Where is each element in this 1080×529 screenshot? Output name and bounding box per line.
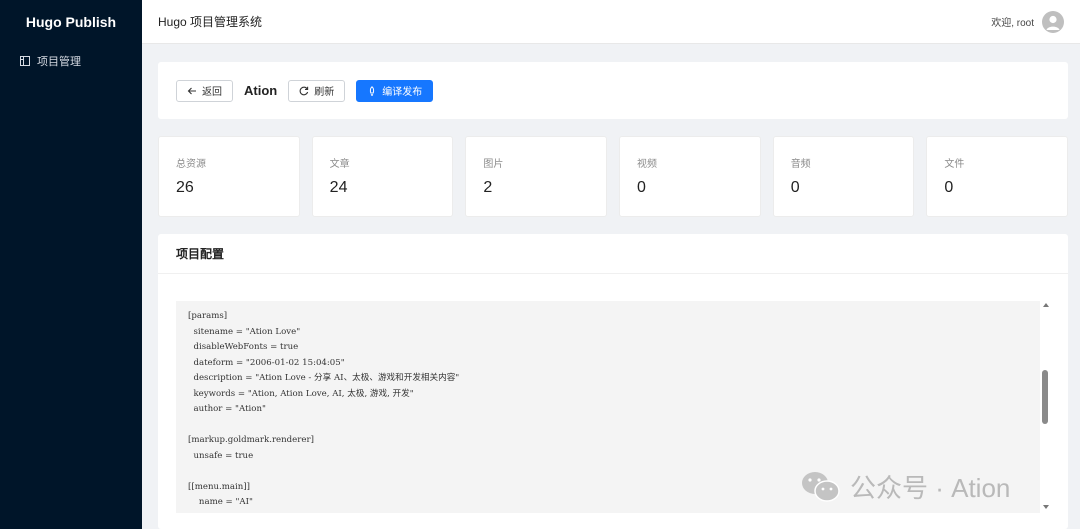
brand-logo: Hugo Publish xyxy=(25,14,117,30)
wechat-icon xyxy=(800,470,842,504)
editor-scrollbar[interactable] xyxy=(1041,300,1051,512)
scroll-down-icon[interactable] xyxy=(1043,505,1049,509)
scroll-up-icon[interactable] xyxy=(1043,303,1049,307)
sidebar: Hugo Publish 项目管理 xyxy=(0,0,142,529)
rocket-icon xyxy=(367,85,377,96)
stat-label: 图片 xyxy=(483,159,504,170)
refresh-label: 刷新 xyxy=(314,87,335,98)
config-title: 项目配置 xyxy=(158,234,1068,274)
stat-label: 文件 xyxy=(944,159,965,170)
stat-card-videos: 视频 0 xyxy=(619,136,761,217)
stat-value: 0 xyxy=(944,179,954,196)
stat-value: 0 xyxy=(637,179,646,196)
watermark: 公众号 · Ation xyxy=(800,468,1010,505)
publish-label: 编译发布 xyxy=(382,87,423,98)
stat-card-images: 图片 2 xyxy=(465,136,608,217)
project-name: Ation xyxy=(244,83,278,98)
stat-value: 0 xyxy=(790,179,800,196)
stat-card-articles: 文章 24 xyxy=(311,136,454,217)
sidebar-item-project-management[interactable]: 项目管理 xyxy=(0,44,142,78)
arrow-left-icon xyxy=(187,86,197,96)
stat-label: 总资源 xyxy=(176,159,206,170)
refresh-icon xyxy=(299,86,309,96)
publish-button[interactable]: 编译发布 xyxy=(356,79,434,102)
stat-label: 音频 xyxy=(790,159,811,170)
stat-value: 2 xyxy=(483,179,493,196)
user-area: 欢迎, root xyxy=(991,10,1064,33)
stat-value: 26 xyxy=(176,179,194,196)
scroll-thumb[interactable] xyxy=(1042,370,1048,424)
refresh-button[interactable]: 刷新 xyxy=(288,79,346,102)
project-toolbar: 返回 Ation 刷新 编译发布 xyxy=(158,62,1068,119)
avatar[interactable] xyxy=(1042,10,1064,33)
back-label: 返回 xyxy=(202,87,222,98)
watermark-text: 公众号 · Ation xyxy=(850,473,1011,503)
stat-card-total: 总资源 26 xyxy=(158,136,300,217)
stat-label: 视频 xyxy=(637,159,658,170)
stats-row: 总资源 26 文章 24 图片 2 视频 0 音频 0 文件 0 xyxy=(158,136,1069,217)
sidebar-item-label: 项目管理 xyxy=(37,56,81,68)
main-content: 返回 Ation 刷新 编译发布 总资源 26 文章 24 图片 2 视频 0 … xyxy=(158,62,1069,217)
welcome-text: 欢迎, root xyxy=(991,18,1034,29)
stat-label: 文章 xyxy=(329,159,350,170)
header-title: Hugo 项目管理系统 xyxy=(158,15,263,29)
back-button[interactable]: 返回 xyxy=(176,79,233,102)
stat-value: 24 xyxy=(329,179,348,196)
top-header: Hugo 项目管理系统 欢迎, root xyxy=(142,0,1080,44)
stat-card-files: 文件 0 xyxy=(926,136,1069,217)
project-icon xyxy=(20,56,30,66)
stat-card-audio: 音频 0 xyxy=(772,136,915,217)
